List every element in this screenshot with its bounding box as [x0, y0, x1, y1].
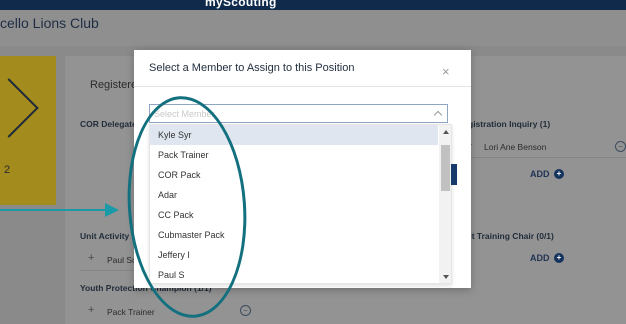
- tab-registered[interactable]: Registere: [90, 79, 137, 91]
- cor-delegate-label: COR Delegate: [80, 119, 137, 129]
- annotation-line: [0, 209, 106, 211]
- club-name: cello Lions Club: [0, 15, 99, 31]
- unit-training-chair-label: Unit Training Chair (0/1): [458, 231, 554, 241]
- remove-member-icon[interactable]: −: [240, 305, 251, 316]
- scroll-up-icon[interactable]: [443, 130, 449, 134]
- member-name-pack-trainer: Pack Trainer: [107, 307, 155, 317]
- close-icon[interactable]: ×: [442, 64, 450, 79]
- member-name-paul: Paul Sc: [107, 255, 137, 265]
- add-button-label[interactable]: ADD: [530, 169, 550, 179]
- remove-member-icon[interactable]: −: [615, 141, 626, 152]
- add-member-icon[interactable]: +: [88, 304, 94, 316]
- chevron-right-icon: [0, 78, 39, 138]
- registration-inquiry-label: gistration Inquiry (1): [468, 119, 551, 129]
- app-title: myScouting: [205, 0, 277, 9]
- add-button-label[interactable]: ADD: [530, 253, 550, 263]
- divider: [80, 270, 136, 271]
- annotation-arrow-icon: [105, 203, 119, 217]
- scroll-thumb[interactable]: [441, 145, 450, 191]
- add-circle-icon[interactable]: +: [554, 169, 564, 179]
- club-summary-card[interactable]: 2: [0, 56, 56, 205]
- add-member-icon[interactable]: +: [88, 252, 94, 264]
- confirm-button-edge[interactable]: [451, 164, 457, 185]
- top-nav-bar: myScouting: [0, 0, 626, 10]
- chevron-up-icon[interactable]: [433, 110, 443, 120]
- divider: [466, 157, 626, 158]
- member-name-lori: Lori Ane Benson: [484, 142, 547, 152]
- options-scrollbar[interactable]: [439, 125, 451, 283]
- modal-divider: [134, 86, 471, 87]
- add-circle-icon[interactable]: +: [554, 253, 564, 263]
- modal-title: Select a Member to Assign to this Positi…: [149, 62, 355, 74]
- scroll-down-icon[interactable]: [443, 275, 449, 279]
- summary-count: 2: [4, 164, 11, 176]
